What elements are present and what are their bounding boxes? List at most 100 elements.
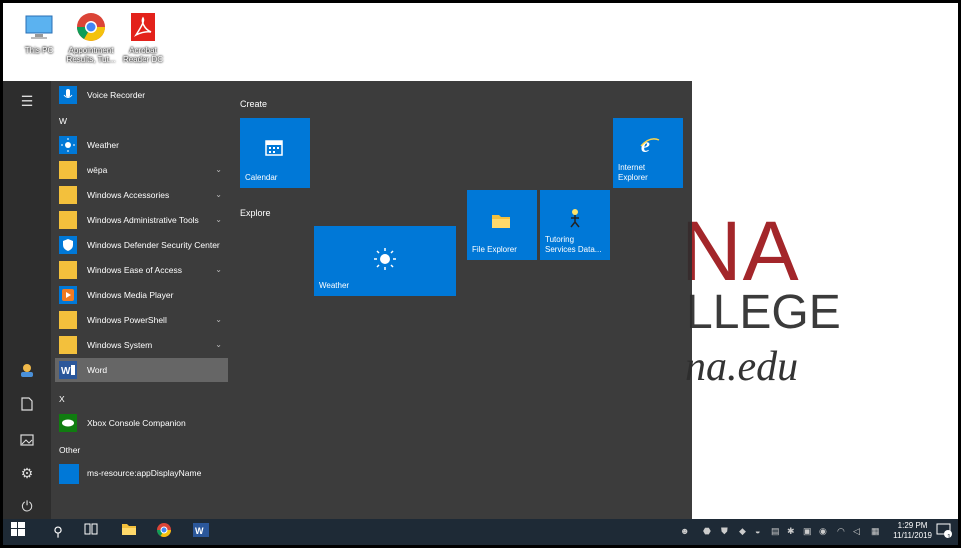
app-windows-system[interactable]: Windows System ⌄ [55, 333, 228, 357]
app-word[interactable]: W Word [55, 358, 228, 382]
app-label: ms-resource:appDisplayName [87, 468, 202, 478]
settings-gear-icon[interactable]: ⚙ [15, 463, 39, 483]
folder-icon [59, 336, 77, 354]
desktop-icon-this-pc[interactable]: This PC [13, 11, 65, 55]
volume-icon[interactable]: ◁ [853, 526, 860, 537]
app-windows-media-player[interactable]: Windows Media Player [55, 283, 228, 307]
chrome-icon [75, 11, 107, 43]
tile-tutoring-services[interactable]: Tutoring Services Data... [540, 190, 610, 260]
pictures-icon[interactable] [15, 431, 39, 451]
app-windows-administrative-tools[interactable]: Windows Administrative Tools ⌄ [55, 208, 228, 232]
desktop-icon-label: Appointment Results, Tut... [66, 46, 116, 64]
app-label: Xbox Console Companion [87, 418, 186, 428]
app-label: Word [87, 365, 108, 375]
task-view-icon[interactable] [80, 522, 102, 542]
tile-label: Internet Explorer [618, 163, 648, 182]
chevron-down-icon: ⌄ [215, 215, 222, 224]
tile-weather[interactable]: Weather [314, 226, 456, 296]
tile-label: Weather [319, 281, 350, 290]
chevron-down-icon: ⌄ [215, 165, 222, 174]
windows-start-icon[interactable] [7, 522, 29, 542]
file-explorer-icon[interactable] [118, 522, 140, 542]
app-label: Windows Administrative Tools [87, 215, 199, 225]
documents-icon[interactable] [15, 396, 39, 416]
app-label: Windows Defender Security Center [87, 240, 220, 250]
wifi-icon[interactable]: ◠ [837, 526, 845, 537]
user-avatar-icon[interactable] [15, 362, 39, 382]
letter-header-w[interactable]: W [59, 116, 67, 126]
word-icon[interactable]: W [190, 522, 212, 542]
letter-header-x[interactable]: X [59, 394, 65, 404]
app-label: wēpa [87, 165, 108, 175]
app-ms-resource[interactable]: ms-resource:appDisplayName [55, 461, 228, 485]
group-explore[interactable]: Explore [240, 208, 271, 218]
bluetooth-icon[interactable]: ✱ [787, 526, 795, 537]
clock-date: 11/11/2019 [893, 531, 932, 540]
internet-explorer-icon: e [639, 134, 661, 158]
folder-icon [59, 261, 77, 279]
notification-center-icon[interactable]: 1 [933, 522, 955, 542]
shield-tray-icon[interactable]: ◆ [739, 526, 746, 537]
app-windows-accessories[interactable]: Windows Accessories ⌄ [55, 183, 228, 207]
svg-text:W: W [61, 366, 71, 377]
power-icon[interactable]: ⏻ [15, 496, 39, 516]
app-list: Voice Recorder W Weather wēpa ⌄ Windows … [51, 81, 229, 519]
desktop-icon-acrobat[interactable]: Acrobat Reader DC [117, 11, 169, 64]
tile-calendar[interactable]: Calendar [240, 118, 310, 188]
app-tile-icon [59, 464, 79, 484]
letter-header-other[interactable]: Other [59, 445, 80, 455]
folder-icon [59, 186, 77, 204]
tile-internet-explorer[interactable]: e Internet Explorer [613, 118, 683, 188]
tutoring-app-icon [566, 208, 584, 230]
network-icon[interactable]: ◒ [755, 526, 760, 536]
app-xbox-console-companion[interactable]: Xbox Console Companion [55, 411, 228, 435]
app-weather[interactable]: Weather [55, 133, 228, 157]
desktop: NA LLEGE na.edu This PC Appointment Resu… [3, 3, 958, 545]
sun-icon [372, 246, 398, 274]
chevron-down-icon: ⌄ [215, 190, 222, 199]
desktop-icon-appointment-results[interactable]: Appointment Results, Tut... [65, 11, 117, 64]
tray-app-icon[interactable]: ◉ [819, 526, 827, 537]
tile-label: File Explorer [472, 245, 517, 254]
acrobat-icon [127, 11, 159, 43]
chevron-down-icon: ⌄ [215, 265, 222, 274]
tray-app-icon[interactable]: ▤ [771, 526, 780, 537]
clock[interactable]: 1:29 PM 11/11/2019 [893, 521, 932, 541]
word-icon: W [59, 361, 77, 379]
app-windows-defender[interactable]: Windows Defender Security Center [55, 233, 228, 257]
tray-app-icon[interactable]: ▣ [803, 526, 812, 537]
start-menu: ☰ ⚙ ⏻ Voice Recorder W Weather wēpa ⌄ Wi… [3, 81, 692, 519]
tile-label: Tutoring Services Data... [545, 235, 602, 254]
app-wepa[interactable]: wēpa ⌄ [55, 158, 228, 182]
tile-label: Calendar [245, 173, 278, 182]
keyboard-icon[interactable]: ▦ [871, 526, 880, 537]
clock-time: 1:29 PM [897, 521, 928, 530]
desktop-icon-label: This PC [24, 46, 54, 55]
search-icon[interactable]: ⚲ [47, 522, 69, 542]
chevron-down-icon: ⌄ [215, 340, 222, 349]
wallpaper-text-llege: LLEGE [686, 286, 841, 339]
folder-icon [59, 311, 77, 329]
app-label: Voice Recorder [87, 90, 146, 100]
app-voice-recorder[interactable]: Voice Recorder [55, 83, 228, 107]
tray-app-icon[interactable]: ⬣ [703, 526, 711, 537]
calendar-icon [265, 138, 283, 158]
folder-icon [491, 212, 511, 232]
app-windows-ease-of-access[interactable]: Windows Ease of Access ⌄ [55, 258, 228, 282]
microphone-icon [59, 86, 77, 104]
wallpaper-text-url: na.edu [685, 344, 799, 390]
folder-icon [59, 211, 77, 229]
people-icon[interactable]: ☻ [680, 526, 689, 536]
monitor-icon [23, 11, 55, 43]
desktop-icon-label: Acrobat Reader DC [122, 46, 163, 64]
chrome-icon[interactable] [153, 522, 175, 542]
media-player-icon [59, 286, 77, 304]
security-icon[interactable]: ⛊ [721, 526, 728, 537]
app-label: Windows Media Player [87, 290, 174, 300]
group-create[interactable]: Create [240, 99, 267, 109]
hamburger-menu-icon[interactable]: ☰ [15, 91, 39, 111]
xbox-icon [59, 414, 77, 432]
notification-count: 1 [947, 534, 951, 541]
tile-file-explorer[interactable]: File Explorer [467, 190, 537, 260]
app-windows-powershell[interactable]: Windows PowerShell ⌄ [55, 308, 228, 332]
